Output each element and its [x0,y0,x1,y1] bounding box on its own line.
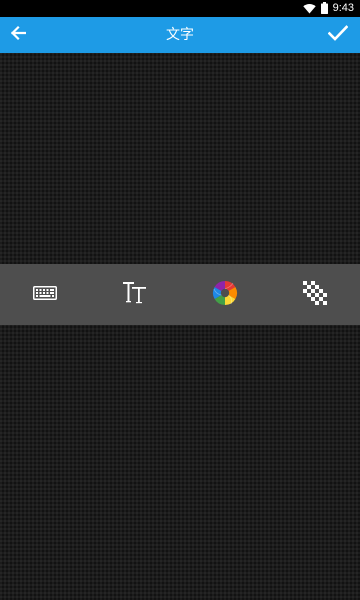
confirm-button[interactable] [324,21,352,49]
app-bar: 文字 [0,17,360,53]
color-wheel-icon [212,280,238,310]
opacity-tool-button[interactable] [270,264,360,325]
checkerboard-opacity-icon [303,280,327,309]
screen: 9:43 文字 [0,0,360,600]
battery-icon [320,0,328,18]
text-size-tool-button[interactable] [90,264,180,325]
keyboard-tool-button[interactable] [0,264,90,325]
text-size-icon [122,281,148,309]
arrow-left-icon [10,25,27,45]
status-bar: 9:43 [0,0,360,17]
status-right: 9:43 [302,0,354,18]
keyboard-icon [33,285,57,304]
back-button[interactable] [4,21,32,49]
wifi-icon [302,0,316,18]
page-title: 文字 [166,27,194,43]
text-tools-toolbar [0,264,360,325]
checkmark-icon [327,25,349,45]
status-time: 9:43 [332,2,354,14]
color-tool-button[interactable] [180,264,270,325]
